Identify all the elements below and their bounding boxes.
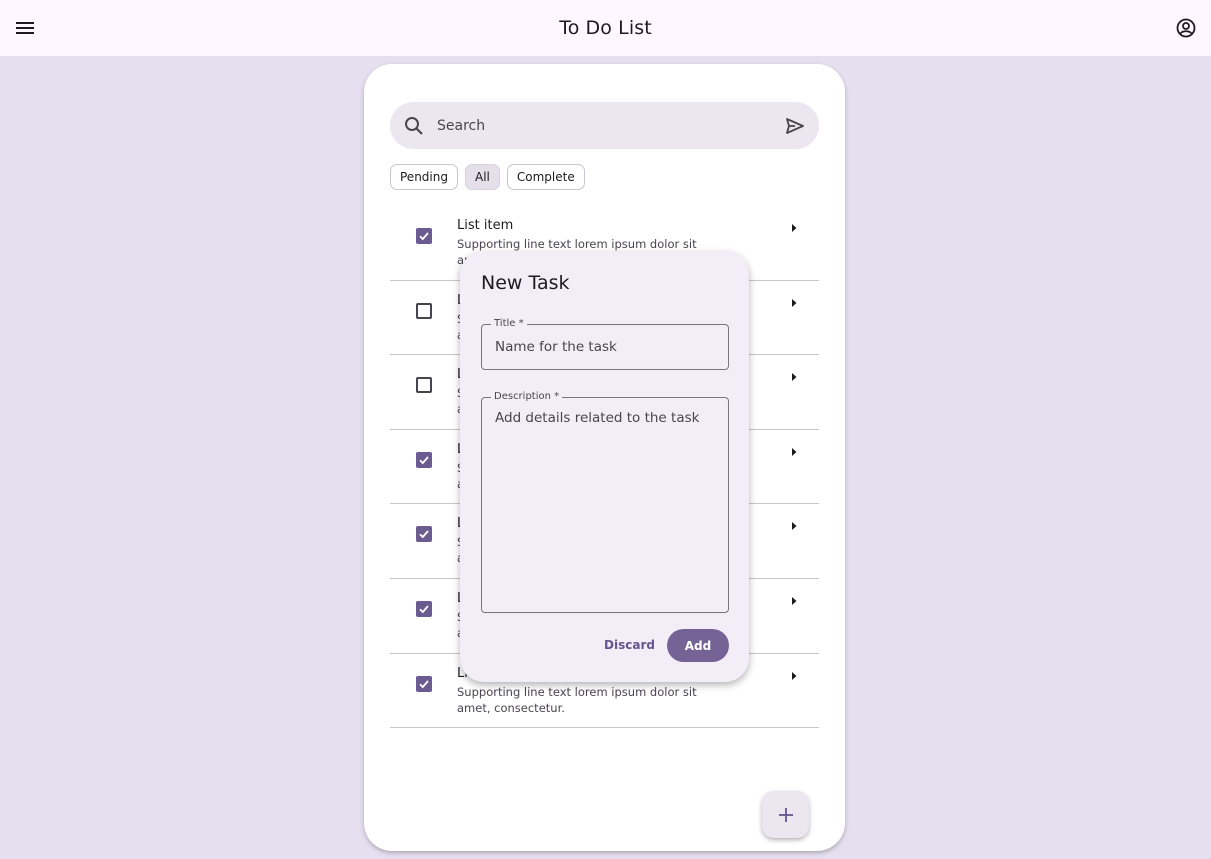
description-input[interactable] (495, 410, 717, 600)
task-checkbox[interactable] (416, 377, 432, 394)
plus-icon (778, 807, 793, 822)
description-field: Description * (481, 390, 729, 613)
task-checkbox[interactable] (416, 228, 432, 244)
check-icon (419, 456, 429, 465)
task-checkbox[interactable] (416, 600, 432, 617)
task-checkbox[interactable] (416, 451, 432, 468)
task-checkbox[interactable] (416, 302, 432, 319)
task-checkbox[interactable] (416, 675, 432, 692)
new-task-dialog: New Task Title * Description * Discard A… (460, 251, 749, 682)
item-supporting-text: Supporting line text lorem ipsum dolor s… (457, 684, 697, 715)
arrow-right-icon[interactable] (787, 669, 801, 683)
add-button[interactable]: Add (667, 629, 729, 662)
menu-button[interactable] (11, 14, 39, 42)
filter-chip-complete[interactable]: Complete (506, 164, 585, 190)
search-bar (390, 102, 819, 149)
filter-chip-pending[interactable]: Pending (390, 164, 458, 190)
description-field-label: Description * (491, 390, 563, 404)
check-icon (419, 679, 429, 688)
search-input[interactable] (437, 102, 767, 149)
arrow-right-icon[interactable] (787, 594, 801, 608)
arrow-right-icon[interactable] (787, 445, 801, 459)
arrow-right-icon[interactable] (787, 519, 801, 533)
arrow-right-icon[interactable] (787, 370, 801, 384)
check-icon (419, 232, 429, 241)
title-input[interactable] (495, 325, 717, 369)
check-icon (419, 530, 429, 539)
app-bar: To Do List (0, 0, 1211, 56)
item-title: List item (457, 218, 514, 233)
page-title: To Do List (559, 17, 652, 39)
filter-chip-all[interactable]: All (464, 164, 500, 190)
send-icon[interactable] (783, 114, 807, 138)
filter-chips: Pending All Complete (390, 164, 585, 190)
add-task-fab[interactable] (762, 791, 809, 838)
arrow-right-icon[interactable] (787, 221, 801, 235)
search-icon (405, 117, 423, 135)
title-field: Title * (481, 317, 729, 370)
task-checkbox[interactable] (416, 526, 432, 543)
dialog-title: New Task (481, 272, 570, 294)
account-button[interactable] (1172, 14, 1200, 42)
account-circle-icon (1176, 18, 1196, 38)
check-icon (419, 605, 429, 614)
menu-icon (16, 22, 34, 34)
discard-button[interactable]: Discard (603, 629, 656, 661)
arrow-right-icon[interactable] (787, 296, 801, 310)
